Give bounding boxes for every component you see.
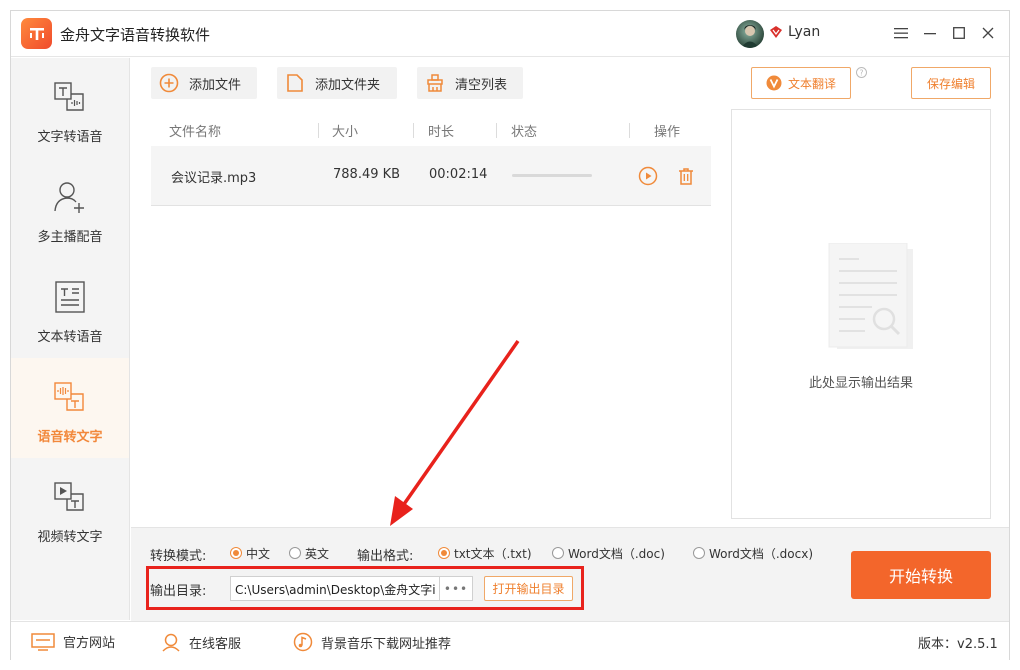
title-bar: 金舟文字语音转换软件 Lyan [11, 11, 1009, 57]
speech-to-text-icon [54, 382, 84, 411]
support-agent-icon [162, 633, 180, 652]
empty-document-icon [828, 243, 913, 349]
table-row[interactable]: 会议记录.mp3 788.49 KB 00:02:14 [151, 146, 711, 206]
text-translate-label: 文本翻译 [787, 76, 836, 91]
delete-icon[interactable] [676, 166, 696, 186]
column-header-name: 文件名称 [169, 125, 222, 140]
add-user-icon [54, 182, 84, 213]
sidebar-item-document-to-speech[interactable]: 文本转语音 [11, 258, 129, 358]
avatar[interactable] [736, 20, 764, 48]
app-window: 金舟文字语音转换软件 Lyan 文字转语音 多主播配音 文本转语音 语音转文字 … [10, 10, 1010, 660]
sidebar-item-multi-voice[interactable]: 多主播配音 [11, 158, 129, 258]
conversion-progress-bar [512, 174, 592, 177]
monitor-icon [31, 632, 55, 651]
file-size: 788.49 KB [333, 167, 401, 182]
text-to-speech-icon [54, 82, 84, 111]
vip-crown-icon [770, 26, 782, 38]
user-name[interactable]: Lyan [788, 24, 820, 40]
clear-list-button[interactable]: 清空列表 [417, 67, 523, 99]
minimize-icon[interactable] [920, 23, 940, 43]
format-option-doc: Word文档（.doc) [568, 547, 665, 561]
column-header-actions: 操作 [654, 125, 681, 140]
online-support-label: 在线客服 [189, 636, 242, 652]
app-logo-icon [21, 18, 52, 49]
column-header-status: 状态 [511, 125, 538, 140]
format-label: 输出格式: [357, 549, 414, 564]
file-duration: 00:02:14 [429, 167, 488, 182]
output-preview-panel: 此处显示输出结果 [731, 109, 991, 519]
music-download-link[interactable]: 背景音乐下载网址推荐 [293, 632, 451, 652]
official-website-link[interactable]: 官方网站 [31, 632, 115, 651]
music-note-icon [293, 632, 313, 652]
v-badge-icon [766, 75, 782, 91]
sidebar: 文字转语音 多主播配音 文本转语音 语音转文字 视频转文字 [11, 58, 130, 620]
svg-text:?: ? [860, 68, 864, 77]
column-header-size: 大小 [332, 125, 359, 140]
close-icon[interactable] [978, 23, 998, 43]
file-table-header: 文件名称 大小 时长 状态 操作 [151, 118, 711, 144]
highlight-annotation-box [146, 566, 584, 610]
video-to-text-icon [54, 482, 84, 511]
app-title: 金舟文字语音转换软件 [60, 26, 211, 44]
add-file-button[interactable]: 添加文件 [151, 67, 257, 99]
format-option-txt: txt文本（.txt) [454, 547, 532, 561]
music-download-label: 背景音乐下载网址推荐 [321, 636, 452, 652]
add-folder-label: 添加文件夹 [315, 77, 381, 93]
footer-bar: 官方网站 在线客服 背景音乐下载网址推荐 版本：v2.5.1 [11, 621, 1009, 660]
format-radio-docx[interactable] [693, 547, 705, 559]
play-icon[interactable] [638, 166, 658, 186]
column-header-duration: 时长 [428, 125, 455, 140]
clear-brush-icon [427, 74, 443, 92]
sidebar-item-text-to-speech[interactable]: 文字转语音 [11, 58, 129, 158]
format-radio-doc[interactable] [552, 547, 564, 559]
clear-list-label: 清空列表 [455, 77, 508, 93]
start-convert-button[interactable]: 开始转换 [851, 551, 991, 599]
official-website-label: 官方网站 [63, 636, 116, 651]
file-name: 会议记录.mp3 [171, 171, 257, 186]
save-edit-button[interactable]: 保存编辑 [911, 67, 991, 99]
mode-option-english: 英文 [305, 547, 330, 561]
maximize-icon[interactable] [949, 23, 969, 43]
version-text: 版本：v2.5.1 [918, 637, 998, 652]
mode-option-chinese: 中文 [246, 547, 271, 561]
format-option-docx: Word文档（.docx) [709, 547, 813, 561]
mode-radio-chinese[interactable] [230, 547, 242, 559]
mode-label: 转换模式: [150, 549, 207, 564]
sidebar-item-label: 视频转文字 [37, 530, 103, 545]
sidebar-item-label: 文字转语音 [37, 130, 103, 145]
format-radio-txt[interactable] [438, 547, 450, 559]
sidebar-item-label: 文本转语音 [37, 330, 103, 345]
add-file-label: 添加文件 [189, 77, 242, 93]
mode-radio-english[interactable] [289, 547, 301, 559]
online-support-link[interactable]: 在线客服 [161, 632, 241, 652]
sidebar-item-label: 语音转文字 [37, 430, 103, 445]
output-placeholder-text: 此处显示输出结果 [808, 376, 913, 391]
file-icon [287, 74, 303, 92]
sidebar-item-label: 多主播配音 [37, 230, 103, 245]
add-folder-button[interactable]: 添加文件夹 [277, 67, 397, 99]
plus-circle-icon [159, 73, 179, 93]
help-icon[interactable]: ? [856, 67, 867, 78]
menu-icon[interactable] [891, 23, 911, 43]
text-translate-button[interactable]: 文本翻译 [751, 67, 851, 99]
sidebar-item-speech-to-text[interactable]: 语音转文字 [11, 358, 129, 458]
sidebar-item-video-to-text[interactable]: 视频转文字 [11, 458, 129, 558]
document-text-icon [55, 281, 85, 313]
